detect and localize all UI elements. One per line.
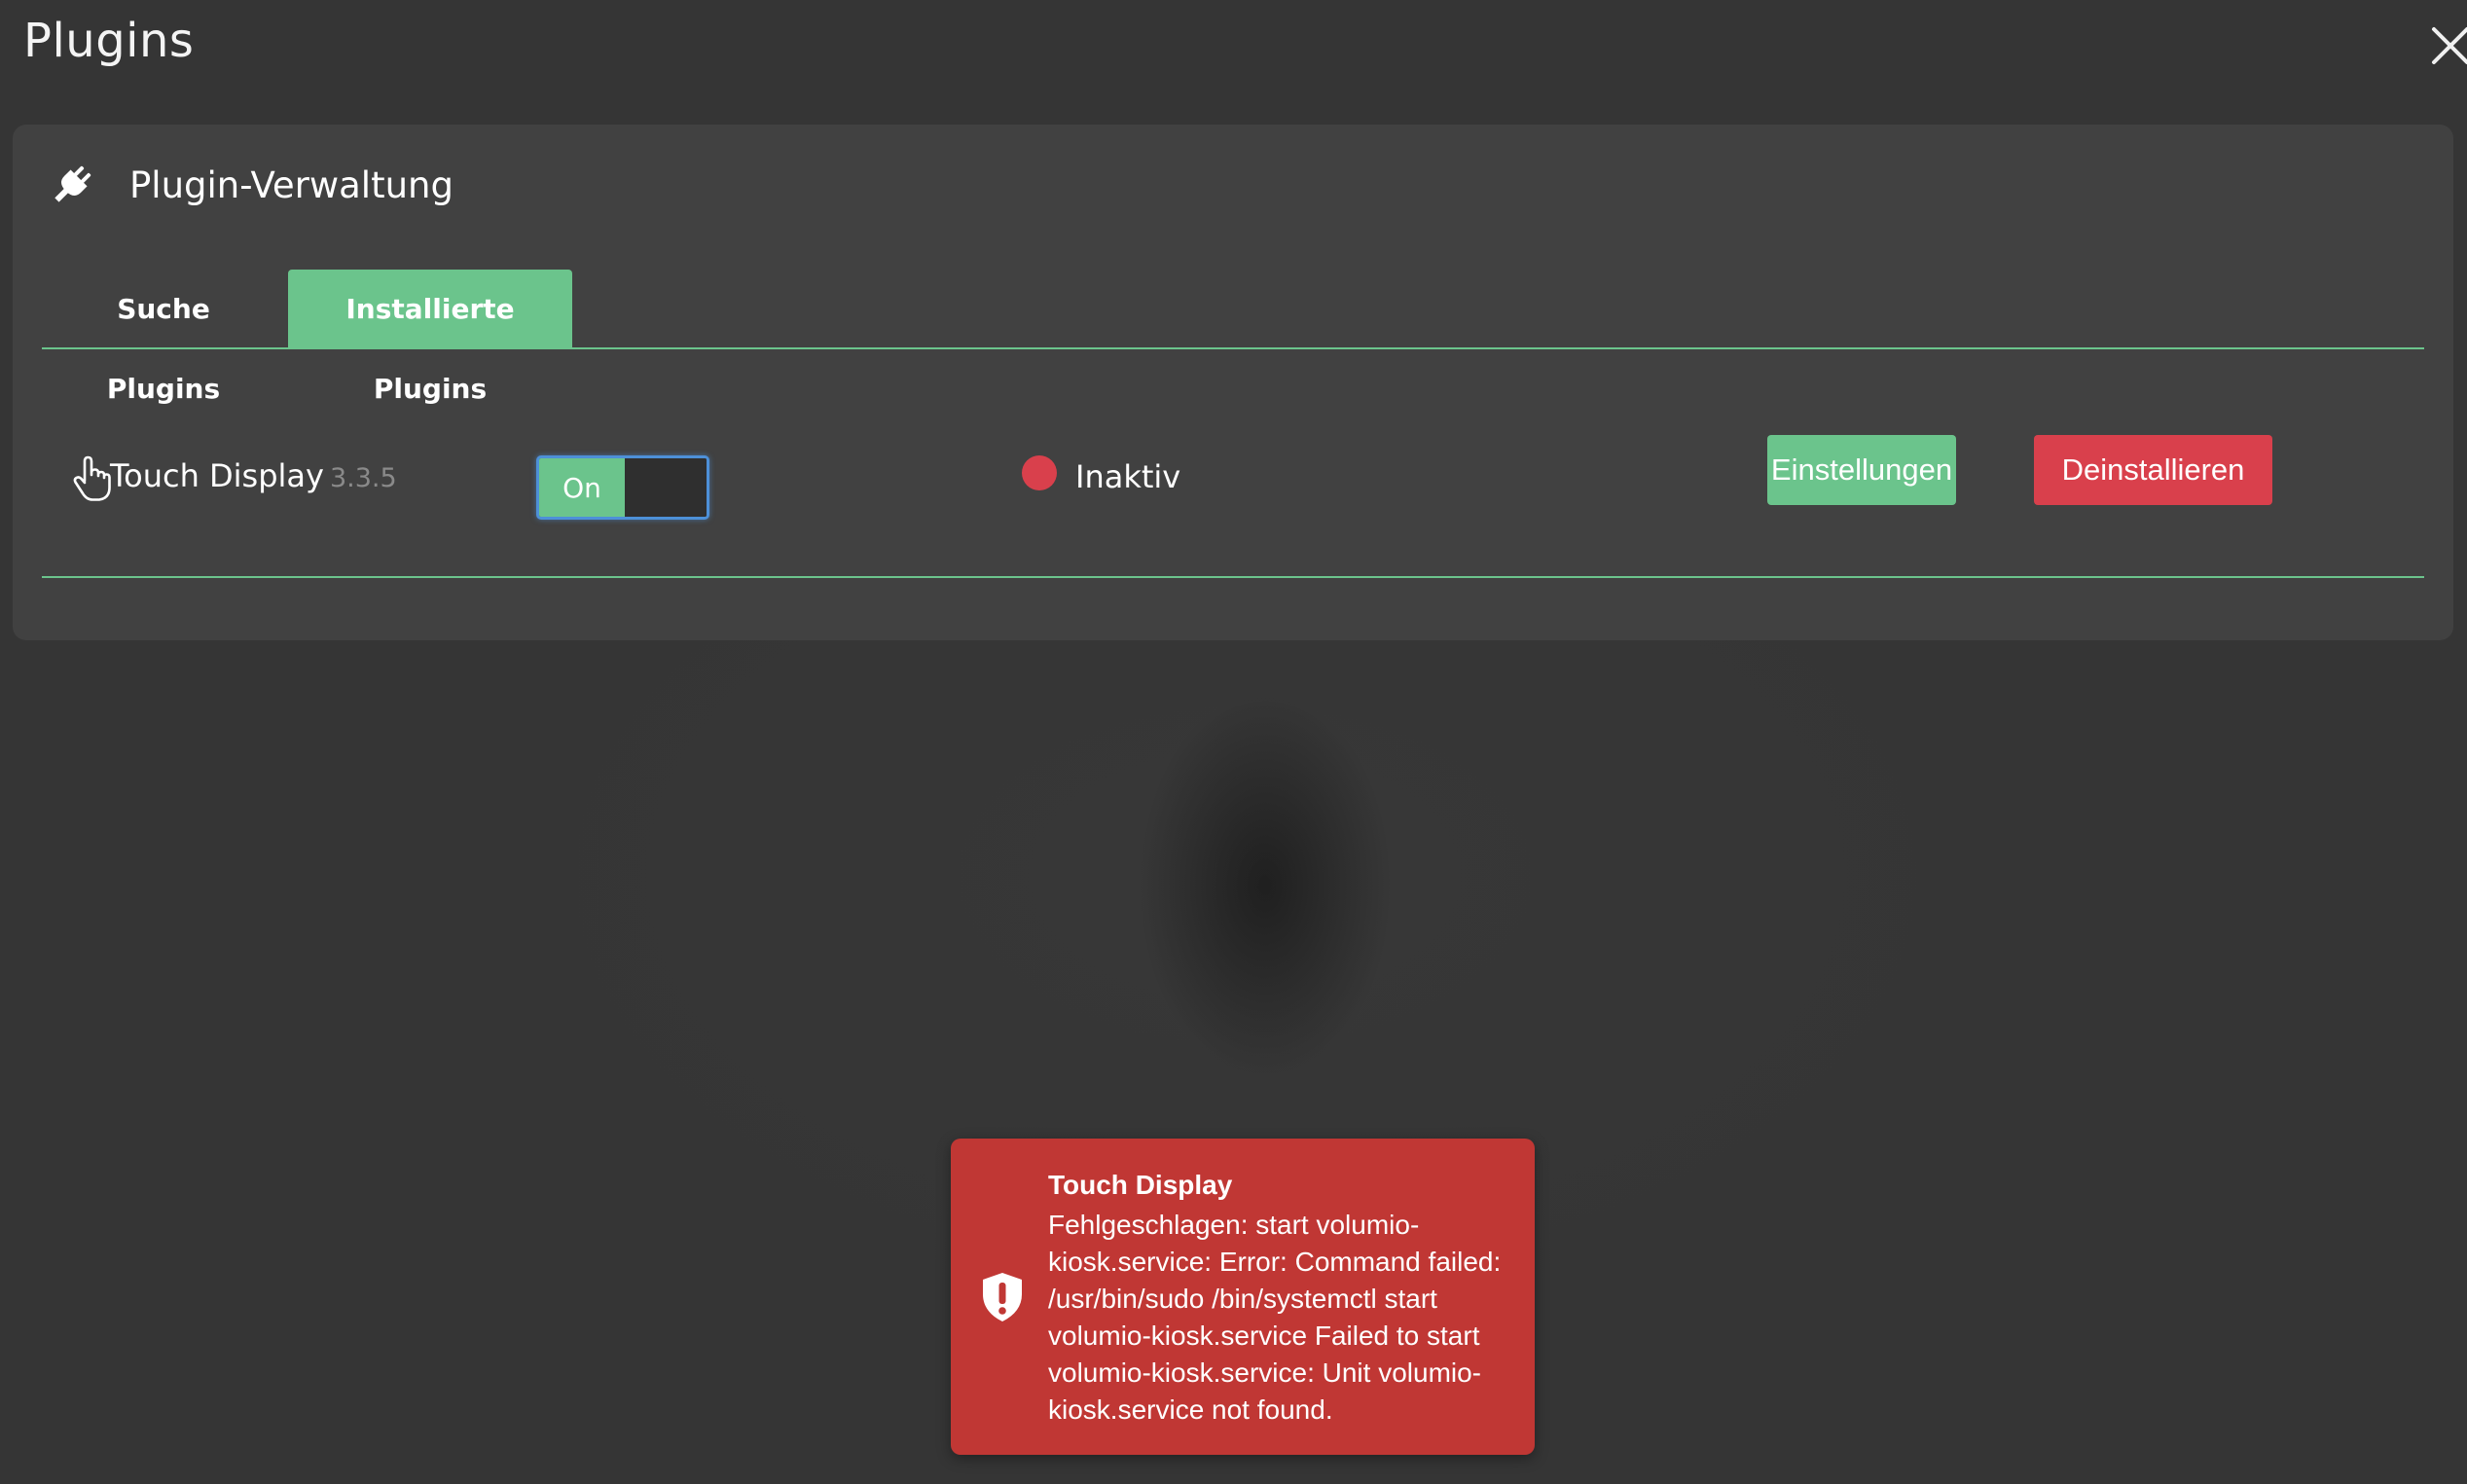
plugin-row: Touch Display 3.3.5 On Inaktiv Einstellun… — [42, 350, 2424, 578]
status-indicator — [1022, 455, 1057, 490]
page-title: Plugins — [23, 14, 195, 68]
top-bar: Plugins — [0, 0, 2467, 97]
panel-title: Plugin-Verwaltung — [129, 163, 453, 206]
toast-message: Fehlgeschlagen: start volumio-kiosk.serv… — [1048, 1210, 1502, 1425]
hand-pointer-icon — [73, 455, 111, 501]
tab-installed-plugins[interactable]: Installierte Plugins — [288, 270, 572, 405]
close-button[interactable] — [2424, 19, 2467, 74]
uninstall-button[interactable]: Deinstallieren — [2034, 435, 2272, 505]
toast-title: Touch Display — [1048, 1170, 1233, 1200]
plugin-enable-toggle[interactable]: On — [536, 455, 709, 520]
shield-exclamation-icon — [983, 1273, 1022, 1321]
status-text: Inaktiv — [1075, 458, 1181, 495]
plugin-version: 3.3.5 — [329, 463, 397, 493]
plugins-page: Plugins Plugin-Verwaltung Suche Plugins … — [0, 0, 2467, 1484]
plugin-management-panel: Plugin-Verwaltung Suche Plugins Installi… — [13, 125, 2453, 640]
tab-search-plugins[interactable]: Suche Plugins — [42, 270, 285, 405]
settings-button[interactable]: Einstellungen — [1767, 435, 1956, 505]
plugin-name: Touch Display 3.3.5 — [110, 457, 397, 494]
plugin-name-label: Touch Display — [110, 457, 324, 494]
toggle-on-label: On — [539, 458, 625, 517]
panel-header: Plugin-Verwaltung — [50, 156, 453, 214]
error-toast[interactable]: Touch Display Fehlgeschlagen: start volu… — [951, 1139, 1535, 1455]
toggle-knob — [625, 458, 707, 517]
close-icon — [2432, 27, 2467, 64]
plug-icon — [54, 165, 91, 202]
tab-bar: Suche Plugins Installierte Plugins — [42, 270, 2424, 405]
